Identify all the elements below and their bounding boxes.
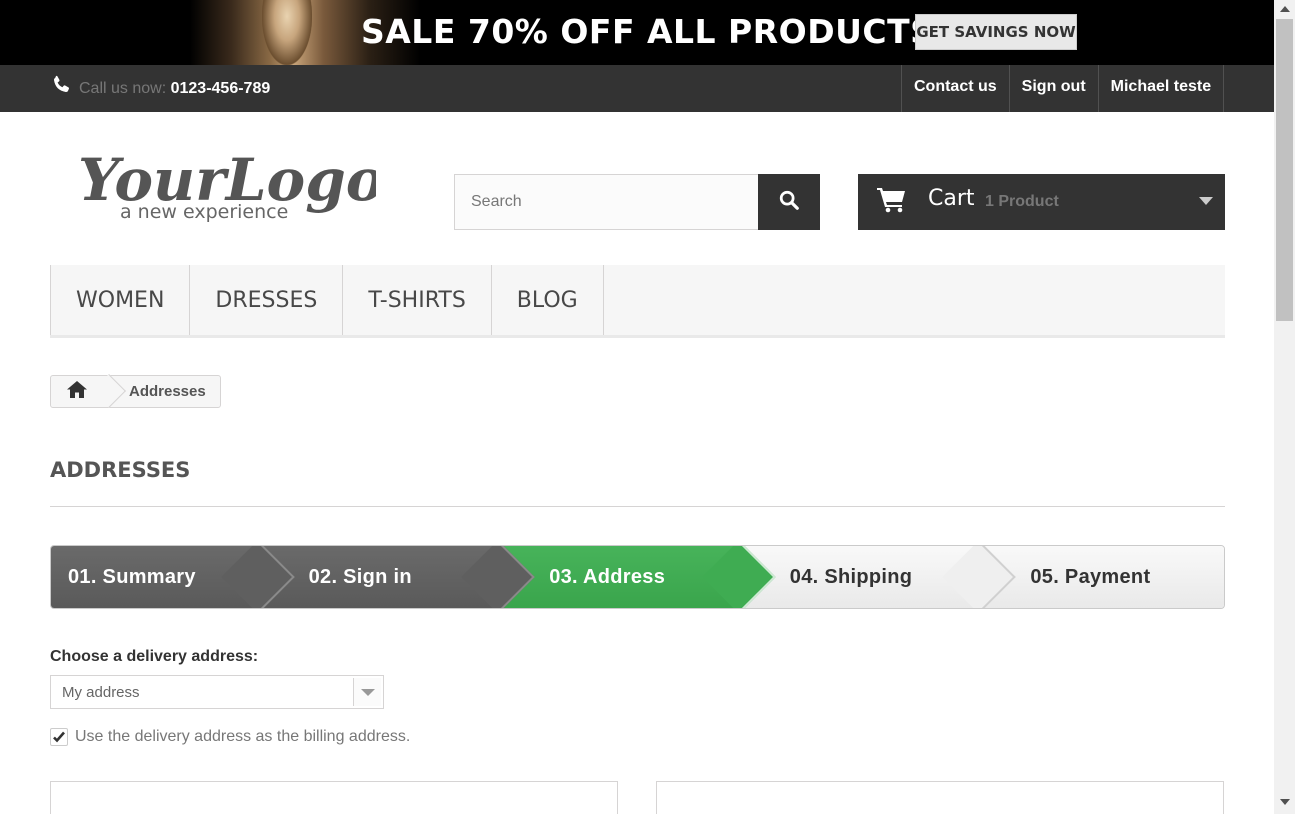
home-icon bbox=[67, 380, 87, 403]
contact-us-link[interactable]: Contact us bbox=[902, 65, 1010, 112]
step-label: 04. Shipping bbox=[789, 565, 913, 588]
chevron-down-icon[interactable] bbox=[353, 678, 381, 706]
shopping-cart-icon bbox=[877, 187, 907, 213]
step-address: 03. Address bbox=[502, 546, 776, 608]
search-input[interactable] bbox=[455, 175, 758, 229]
scroll-thumb[interactable] bbox=[1276, 19, 1293, 321]
search-button[interactable] bbox=[758, 174, 820, 230]
menu-item-women[interactable]: WOMEN bbox=[50, 265, 191, 335]
title-divider bbox=[50, 506, 1225, 507]
checkmark-icon bbox=[51, 731, 67, 749]
cart-count: 1 Product bbox=[985, 193, 1059, 210]
promo-banner[interactable]: SALE 70% OFF ALL PRODUCTS GET SAVINGS NO… bbox=[0, 0, 1274, 65]
same-billing-checkbox[interactable] bbox=[50, 728, 68, 746]
search-box bbox=[454, 174, 759, 230]
menu-item-blog[interactable]: BLOG bbox=[492, 265, 604, 335]
chevron-down-icon bbox=[1199, 197, 1213, 205]
call-us-text: Call us now: 0123-456-789 bbox=[79, 80, 270, 98]
phone-icon bbox=[50, 74, 72, 96]
breadcrumb-home[interactable] bbox=[51, 374, 126, 408]
same-billing-label: Use the delivery address as the billing … bbox=[75, 728, 411, 745]
call-prefix: Call us now: bbox=[79, 80, 171, 97]
step-label: 05. Payment bbox=[1030, 565, 1151, 588]
page-title: ADDRESSES bbox=[50, 458, 191, 482]
scroll-down-icon[interactable] bbox=[1280, 799, 1290, 805]
step-payment: 05. Payment bbox=[983, 546, 1224, 608]
checkout-steps: 01. Summary 02. Sign in 03. Address 04. … bbox=[50, 545, 1225, 609]
banner-model-figure bbox=[262, 0, 312, 65]
breadcrumb-current: Addresses bbox=[129, 383, 206, 400]
delivery-address-panel bbox=[50, 781, 618, 814]
step-summary[interactable]: 01. Summary bbox=[51, 546, 295, 608]
step-label: 01. Summary bbox=[68, 565, 196, 588]
search-icon bbox=[778, 189, 800, 216]
delivery-address-label: Choose a delivery address: bbox=[50, 648, 259, 665]
billing-address-panel bbox=[656, 781, 1224, 814]
scroll-up-icon[interactable] bbox=[1280, 6, 1290, 12]
menu-item-t-shirts[interactable]: T-SHIRTS bbox=[343, 265, 492, 335]
page-scrollbar[interactable] bbox=[1274, 0, 1295, 814]
cart-button[interactable]: Cart 1 Product bbox=[858, 174, 1225, 230]
breadcrumb: Addresses bbox=[50, 374, 221, 408]
account-links: Contact us Sign out Michael teste bbox=[901, 65, 1225, 112]
phone-number: 0123-456-789 bbox=[170, 80, 271, 97]
site-logo[interactable]: YourLogo a new experience bbox=[76, 138, 384, 228]
main-menu: WOMEN DRESSES T-SHIRTS BLOG bbox=[50, 265, 1225, 338]
step-label: 02. Sign in bbox=[308, 565, 412, 588]
cart-label: Cart bbox=[928, 186, 975, 211]
logo-tagline: a new experience bbox=[120, 201, 288, 223]
top-nav-bar: Call us now: 0123-456-789 Contact us Sig… bbox=[0, 65, 1274, 112]
delivery-address-select[interactable]: My address bbox=[50, 675, 384, 709]
step-shipping: 04. Shipping bbox=[742, 546, 1017, 608]
account-name-link[interactable]: Michael teste bbox=[1099, 65, 1225, 112]
step-label: 03. Address bbox=[549, 565, 666, 588]
get-savings-button[interactable]: GET SAVINGS NOW bbox=[915, 14, 1077, 50]
sign-out-link[interactable]: Sign out bbox=[1010, 65, 1099, 112]
step-sign-in[interactable]: 02. Sign in bbox=[261, 546, 535, 608]
selected-address: My address bbox=[62, 684, 140, 701]
banner-headline: SALE 70% OFF ALL PRODUCTS bbox=[361, 12, 935, 51]
page: SALE 70% OFF ALL PRODUCTS GET SAVINGS NO… bbox=[0, 0, 1295, 814]
menu-item-dresses[interactable]: DRESSES bbox=[190, 265, 344, 335]
breadcrumb-separator bbox=[92, 374, 126, 408]
